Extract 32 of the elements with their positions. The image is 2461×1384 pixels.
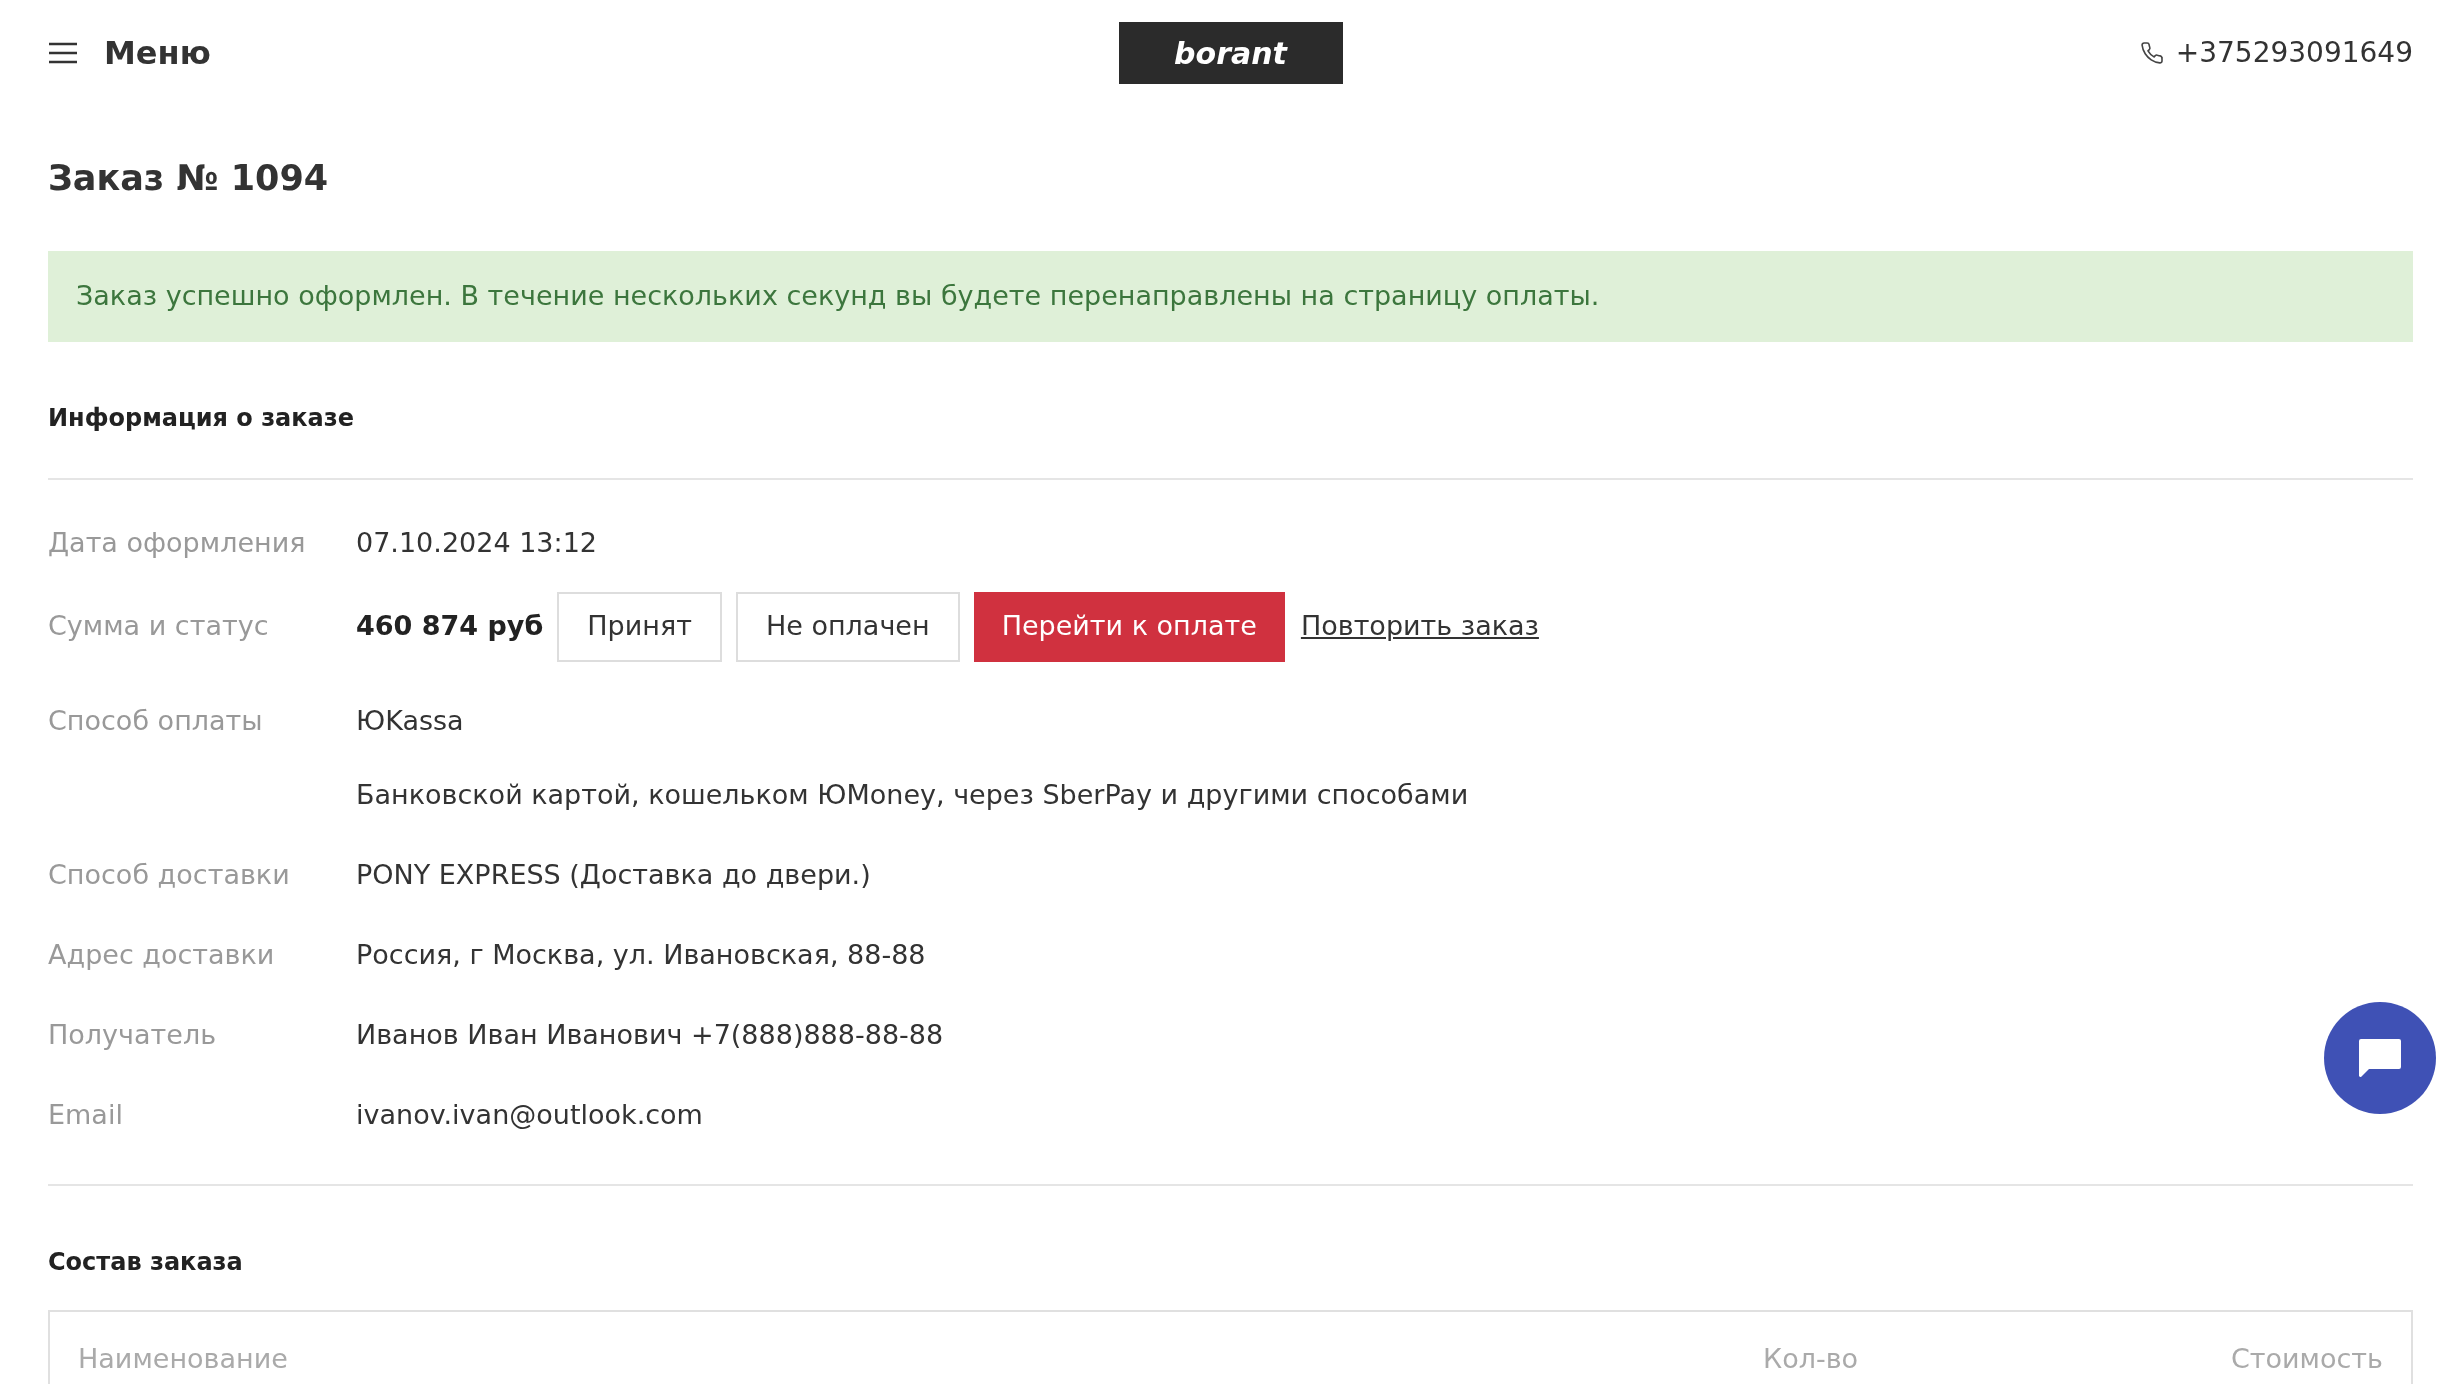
status-badge: Принят xyxy=(557,591,722,662)
order-amount: 460 874 руб xyxy=(356,609,544,644)
menu-icon[interactable] xyxy=(48,42,78,64)
field-label: Адрес доставки xyxy=(48,938,276,973)
field-value: Россия, г Москва, ул. Ивановская, 88-88 xyxy=(356,938,926,973)
logo[interactable]: borant xyxy=(1118,22,1343,84)
field-label: Дата оформления xyxy=(48,526,307,561)
field-value: PONY EXPRESS (Доставка до двери.) xyxy=(356,858,871,893)
phone-icon xyxy=(2139,41,2164,65)
field-value: 07.10.2024 13:12 xyxy=(356,526,597,561)
field-label: Email xyxy=(48,1098,124,1133)
field-value: ЮKassa xyxy=(356,704,464,739)
column-heading: Стоимость xyxy=(2229,1342,2383,1377)
field-label: Способ оплаты xyxy=(48,704,264,739)
menu-label[interactable]: Меню xyxy=(104,29,211,77)
section-heading: Состав заказа xyxy=(48,1246,244,1278)
section-heading: Информация о заказе xyxy=(48,402,356,434)
field-label: Получатель xyxy=(48,1018,218,1053)
field-value: Иванов Иван Иванович +7(888)888-88-88 xyxy=(356,1018,944,1053)
column-heading: Наименование xyxy=(78,1342,289,1377)
field-value: ivanov.ivan@outlook.com xyxy=(356,1098,703,1133)
field-label: Сумма и статус xyxy=(48,609,270,644)
repeat-order-link[interactable]: Повторить заказ xyxy=(1300,606,1539,647)
field-note: Банковской картой, кошельком ЮMoney, через SberPay и другими способами xyxy=(356,778,1469,813)
pay-button[interactable]: Перейти к оплате xyxy=(973,591,1285,662)
field-label: Способ доставки xyxy=(48,858,291,893)
column-heading: Кол-во xyxy=(1763,1342,1860,1377)
success-alert: Заказ успешно оформлен. В течение нескольких секунд вы будете перенаправлены на страницу оплаты. xyxy=(48,250,2413,342)
status-badge: Не оплачен xyxy=(735,591,960,662)
page-title: Заказ № 1094 xyxy=(48,157,330,200)
phone-number[interactable]: +375293091649 xyxy=(2175,32,2413,74)
chat-icon xyxy=(2357,1037,2403,1079)
